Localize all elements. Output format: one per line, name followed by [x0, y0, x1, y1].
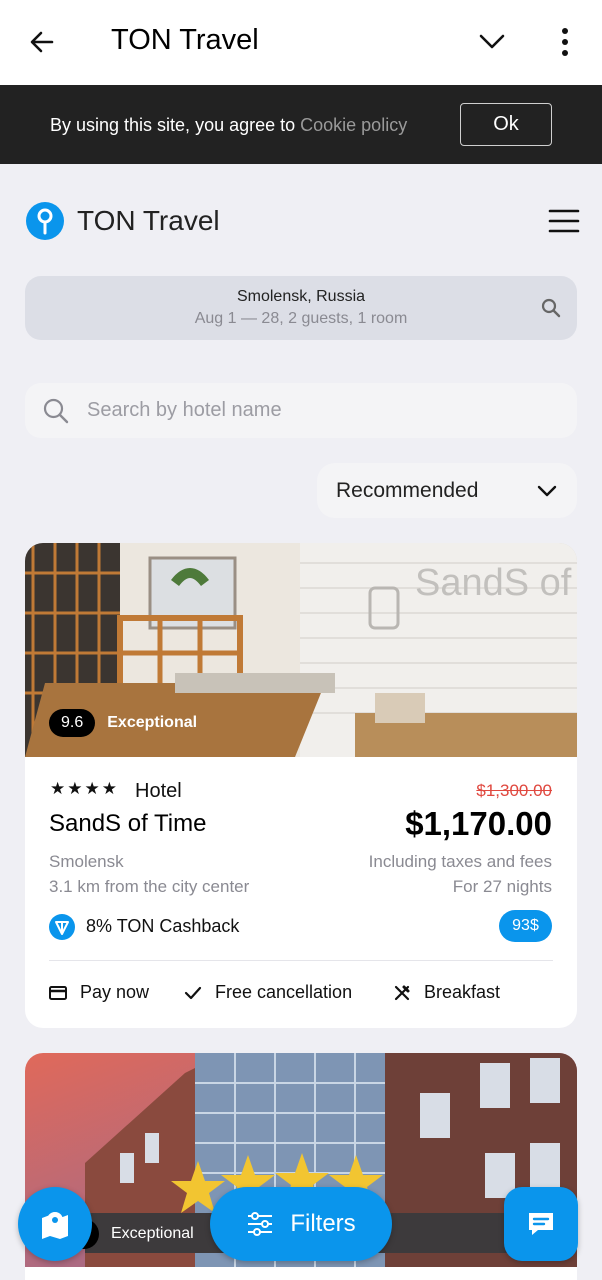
hotel-search-input[interactable]	[87, 393, 547, 427]
feature-label: Free cancellation	[215, 982, 353, 1002]
sands-sign-text: SandS of time	[415, 562, 577, 604]
ton-travel-logo-icon	[26, 202, 64, 240]
rating-score: 9.6	[49, 709, 96, 737]
cookie-ok-button[interactable]: Ok	[460, 103, 552, 146]
search-location: Smolensk, Russia	[236, 288, 366, 305]
chevron-down-icon	[537, 485, 557, 497]
feature-breakfast: Breakfast	[393, 982, 500, 1003]
chat-button[interactable]	[504, 1187, 578, 1261]
hotel-card[interactable]: SandS of time 9.6 Exceptional ★★★★ Hotel…	[25, 543, 577, 1028]
chat-bubble-icon	[529, 1213, 553, 1235]
sliders-icon	[248, 1212, 273, 1236]
search-icon[interactable]	[540, 297, 562, 319]
price: $1,170.00	[405, 805, 552, 842]
divider	[49, 960, 553, 961]
cookie-message: By using this site, you agree to	[50, 115, 301, 135]
search-details: Aug 1 — 28, 2 guests, 1 room	[194, 310, 408, 327]
brand-name: TON Travel	[77, 205, 220, 236]
feature-label: Breakfast	[424, 982, 501, 1002]
filters-button[interactable]: Filters	[210, 1187, 392, 1261]
cutlery-icon	[394, 985, 410, 1000]
hotel-search-field	[25, 383, 577, 438]
hotel-city: Smolensk	[49, 852, 124, 871]
cookie-policy-link[interactable]: Cookie policy	[300, 115, 407, 135]
rating-word: Exceptional	[107, 714, 198, 731]
sort-select[interactable]: Recommended	[317, 463, 577, 518]
checkmark-icon	[184, 986, 202, 999]
feature-label: Pay now	[80, 982, 150, 1002]
cashback-amount-badge: 93$	[499, 910, 552, 942]
app-title: TON Travel	[111, 24, 259, 56]
map-pin-icon	[42, 1212, 68, 1239]
app-header: TON Travel	[0, 0, 602, 85]
filters-label: Filters	[290, 1210, 356, 1237]
ton-coin-icon	[49, 914, 75, 940]
brand[interactable]: TON Travel	[26, 202, 220, 240]
search-icon	[43, 398, 69, 424]
map-button[interactable]	[18, 1187, 92, 1261]
hotel-name[interactable]: SandS of Time	[49, 810, 206, 838]
back-arrow-icon[interactable]	[26, 26, 58, 58]
chevron-down-icon[interactable]	[476, 28, 508, 56]
old-price: $1,300.00	[476, 781, 552, 800]
rating-word: Exceptional	[111, 1225, 194, 1242]
rating-badge: 9.6 Exceptional	[49, 709, 197, 737]
hotel-distance: 3.1 km from the city center	[49, 877, 250, 896]
search-summary[interactable]: Smolensk, Russia Aug 1 — 28, 2 guests, 1…	[25, 276, 577, 340]
more-menu-icon[interactable]	[552, 26, 578, 58]
star-rating: ★★★★	[50, 779, 119, 798]
feature-pay-now: Pay now	[49, 982, 149, 1003]
cookie-text: By using this site, you agree to Cookie …	[50, 115, 407, 136]
feature-free-cancellation: Free cancellation	[184, 982, 352, 1003]
hotel-type: Hotel	[135, 780, 182, 802]
hamburger-menu-icon[interactable]	[548, 208, 580, 234]
taxes-note: Including taxes and fees	[368, 852, 552, 871]
cashback-text: 8% TON Cashback	[86, 916, 240, 936]
nights-count: For 27 nights	[452, 877, 552, 896]
credit-card-icon	[49, 985, 67, 1000]
sort-selected: Recommended	[336, 479, 479, 502]
cookie-banner: By using this site, you agree to Cookie …	[0, 85, 602, 164]
